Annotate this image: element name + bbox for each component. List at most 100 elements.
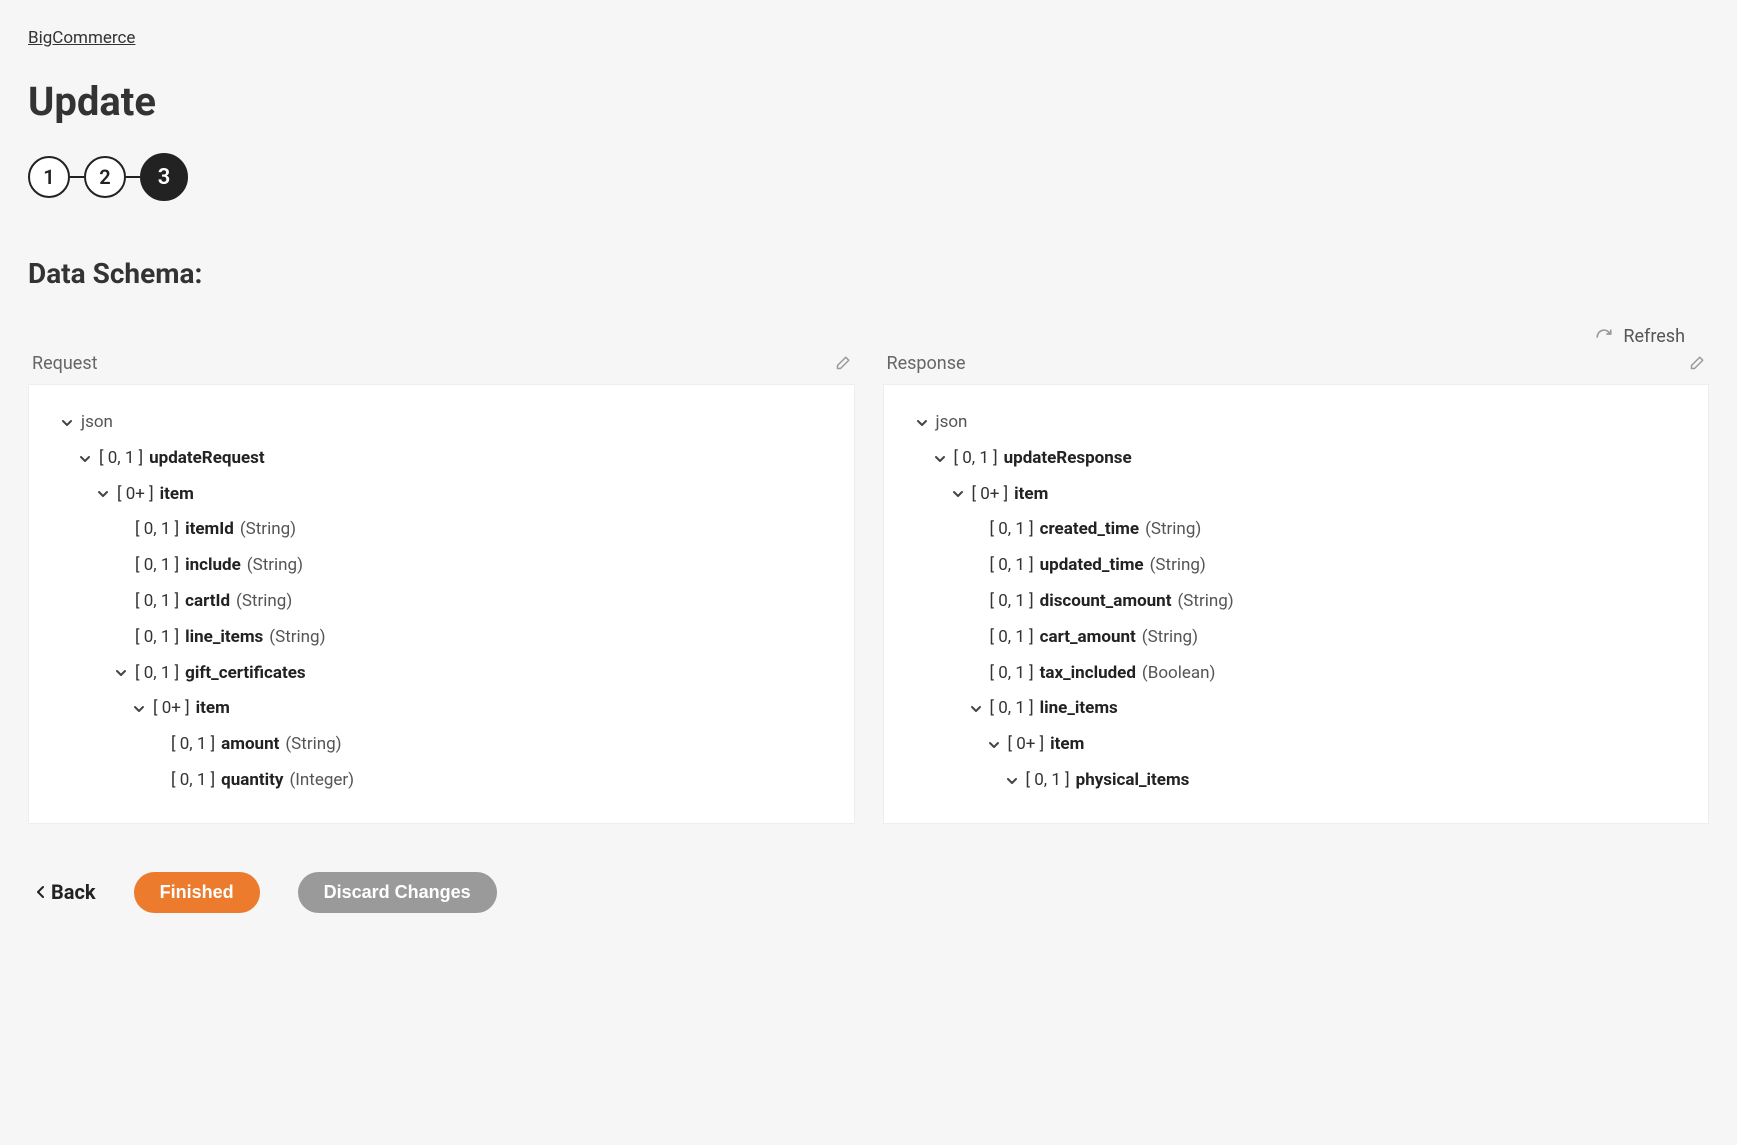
node-type: (String) bbox=[1177, 590, 1233, 614]
node-name: item bbox=[160, 483, 194, 507]
tree-node: [ 0, 1 ]cartId(String) bbox=[57, 584, 826, 620]
node-name: updateResponse bbox=[1004, 447, 1132, 471]
tree-node: [ 0, 1 ]include(String) bbox=[57, 548, 826, 584]
tree-node: [ 0, 1 ]itemId(String) bbox=[57, 512, 826, 548]
node-name: tax_included bbox=[1040, 662, 1136, 686]
node-cardinality: [ 0, 1 ] bbox=[135, 590, 179, 614]
tree-node: [ 0, 1 ]amount(String) bbox=[57, 727, 826, 763]
tree-node[interactable]: [ 0, 1 ]gift_certificates bbox=[57, 656, 826, 692]
refresh-icon[interactable] bbox=[1595, 328, 1613, 346]
chevron-down-icon[interactable] bbox=[934, 453, 948, 465]
node-cardinality: [ 0, 1 ] bbox=[1026, 769, 1070, 793]
node-type: (String) bbox=[269, 626, 325, 650]
chevron-down-icon[interactable] bbox=[916, 417, 930, 429]
tree-node[interactable]: json bbox=[57, 405, 826, 441]
stepper: 1 2 3 bbox=[28, 153, 1709, 201]
node-name: quantity bbox=[221, 769, 283, 793]
tree-node: [ 0, 1 ]cart_amount(String) bbox=[912, 620, 1681, 656]
node-type: (String) bbox=[240, 518, 296, 542]
step-1[interactable]: 1 bbox=[28, 156, 70, 198]
tree-node[interactable]: json bbox=[912, 405, 1681, 441]
node-cardinality: [ 0, 1 ] bbox=[135, 662, 179, 686]
node-name: line_items bbox=[1040, 697, 1118, 721]
node-cardinality: [ 0+ ] bbox=[117, 483, 154, 507]
request-label: Request bbox=[32, 353, 98, 374]
breadcrumb-link[interactable]: BigCommerce bbox=[28, 28, 135, 48]
tree-node: [ 0, 1 ]quantity(Integer) bbox=[57, 763, 826, 799]
node-type: (String) bbox=[236, 590, 292, 614]
tree-node[interactable]: [ 0, 1 ]line_items bbox=[912, 691, 1681, 727]
request-panel: json[ 0, 1 ]updateRequest[ 0+ ]item[ 0, … bbox=[28, 384, 855, 824]
node-cardinality: [ 0, 1 ] bbox=[990, 554, 1034, 578]
node-type: (String) bbox=[1150, 554, 1206, 578]
step-2[interactable]: 2 bbox=[84, 156, 126, 198]
discard-button[interactable]: Discard Changes bbox=[298, 872, 497, 913]
step-3[interactable]: 3 bbox=[140, 153, 188, 201]
chevron-down-icon[interactable] bbox=[115, 667, 129, 679]
tree-node[interactable]: [ 0+ ]item bbox=[912, 727, 1681, 763]
back-button[interactable]: Back bbox=[36, 880, 96, 904]
node-name: gift_certificates bbox=[185, 662, 306, 686]
node-name: item bbox=[1050, 733, 1084, 757]
node-cardinality: [ 0, 1 ] bbox=[990, 662, 1034, 686]
node-cardinality: [ 0, 1 ] bbox=[99, 447, 143, 471]
step-divider bbox=[70, 176, 84, 178]
edit-request-icon[interactable] bbox=[833, 355, 851, 373]
chevron-down-icon[interactable] bbox=[1006, 775, 1020, 787]
node-name: item bbox=[1014, 483, 1048, 507]
node-cardinality: [ 0, 1 ] bbox=[171, 769, 215, 793]
node-cardinality: [ 0, 1 ] bbox=[135, 554, 179, 578]
node-cardinality: [ 0, 1 ] bbox=[990, 626, 1034, 650]
node-name: json bbox=[936, 411, 968, 435]
edit-response-icon[interactable] bbox=[1687, 355, 1705, 373]
node-cardinality: [ 0, 1 ] bbox=[990, 697, 1034, 721]
tree-node[interactable]: [ 0, 1 ]physical_items bbox=[912, 763, 1681, 799]
response-label: Response bbox=[887, 353, 966, 374]
node-type: (String) bbox=[247, 554, 303, 578]
node-name: physical_items bbox=[1076, 769, 1190, 793]
node-cardinality: [ 0+ ] bbox=[1008, 733, 1045, 757]
node-cardinality: [ 0, 1 ] bbox=[954, 447, 998, 471]
chevron-down-icon[interactable] bbox=[79, 453, 93, 465]
chevron-down-icon[interactable] bbox=[133, 703, 147, 715]
node-type: (String) bbox=[1142, 626, 1198, 650]
tree-node[interactable]: [ 0, 1 ]updateResponse bbox=[912, 441, 1681, 477]
node-name: item bbox=[196, 697, 230, 721]
node-cardinality: [ 0, 1 ] bbox=[135, 626, 179, 650]
response-panel: json[ 0, 1 ]updateResponse[ 0+ ]item[ 0,… bbox=[883, 384, 1710, 824]
node-type: (Integer) bbox=[289, 769, 354, 793]
chevron-down-icon[interactable] bbox=[988, 739, 1002, 751]
node-name: json bbox=[81, 411, 113, 435]
tree-node[interactable]: [ 0+ ]item bbox=[57, 477, 826, 513]
node-name: discount_amount bbox=[1040, 590, 1172, 614]
node-name: created_time bbox=[1040, 518, 1139, 542]
step-divider bbox=[126, 176, 140, 178]
chevron-down-icon[interactable] bbox=[61, 417, 75, 429]
node-cardinality: [ 0+ ] bbox=[972, 483, 1009, 507]
node-name: cartId bbox=[185, 590, 230, 614]
chevron-down-icon[interactable] bbox=[970, 703, 984, 715]
tree-node: [ 0, 1 ]line_items(String) bbox=[57, 620, 826, 656]
tree-node: [ 0, 1 ]discount_amount(String) bbox=[912, 584, 1681, 620]
tree-node: [ 0, 1 ]created_time(String) bbox=[912, 512, 1681, 548]
node-name: include bbox=[185, 554, 241, 578]
node-name: cart_amount bbox=[1040, 626, 1136, 650]
node-cardinality: [ 0, 1 ] bbox=[135, 518, 179, 542]
refresh-label[interactable]: Refresh bbox=[1623, 326, 1685, 347]
node-name: updateRequest bbox=[149, 447, 265, 471]
finished-button[interactable]: Finished bbox=[134, 872, 260, 913]
node-type: (String) bbox=[285, 733, 341, 757]
chevron-down-icon[interactable] bbox=[97, 488, 111, 500]
page-title: Update bbox=[28, 78, 1709, 125]
node-name: updated_time bbox=[1040, 554, 1144, 578]
tree-node[interactable]: [ 0+ ]item bbox=[57, 691, 826, 727]
node-cardinality: [ 0+ ] bbox=[153, 697, 190, 721]
node-cardinality: [ 0, 1 ] bbox=[990, 590, 1034, 614]
node-name: amount bbox=[221, 733, 279, 757]
tree-node[interactable]: [ 0+ ]item bbox=[912, 477, 1681, 513]
chevron-down-icon[interactable] bbox=[952, 488, 966, 500]
tree-node: [ 0, 1 ]updated_time(String) bbox=[912, 548, 1681, 584]
tree-node: [ 0, 1 ]tax_included(Boolean) bbox=[912, 656, 1681, 692]
node-type: (Boolean) bbox=[1142, 662, 1216, 686]
tree-node[interactable]: [ 0, 1 ]updateRequest bbox=[57, 441, 826, 477]
